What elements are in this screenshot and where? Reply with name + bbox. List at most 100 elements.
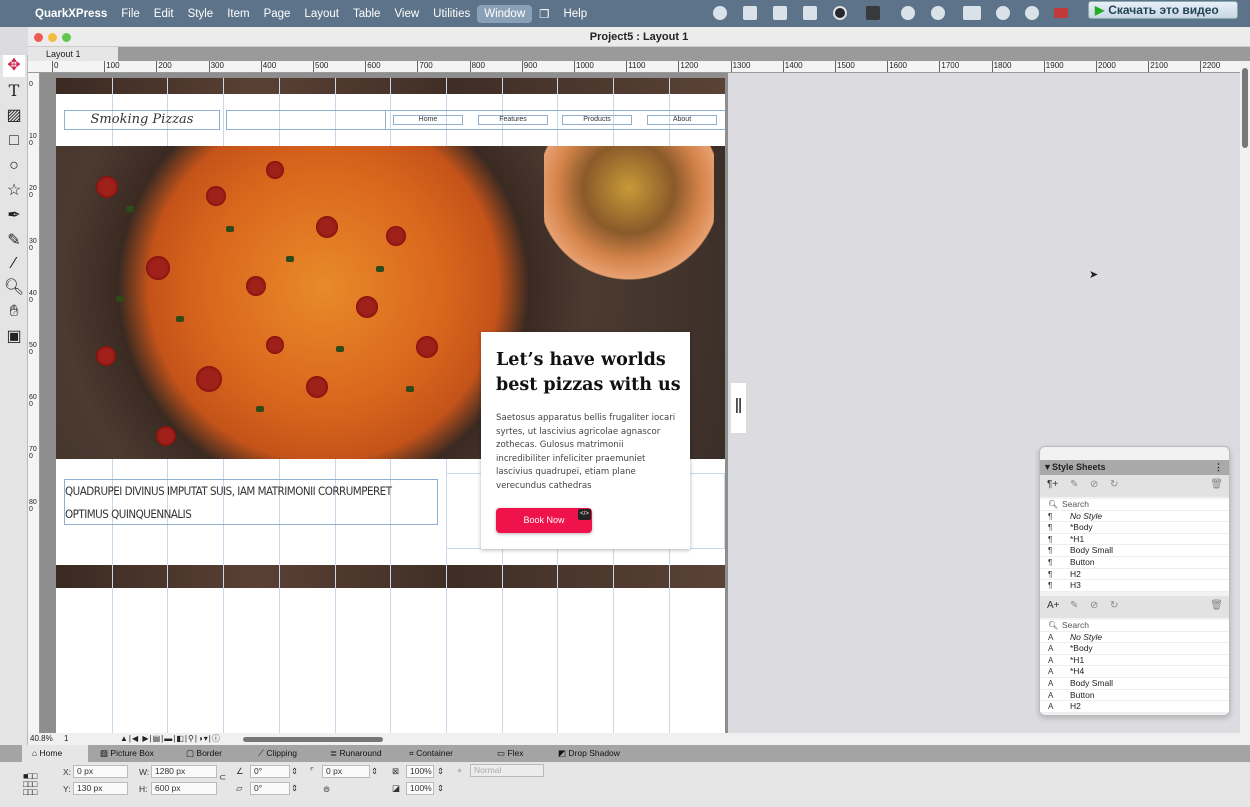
hand-tool-icon[interactable]: ✋︎ bbox=[3, 301, 25, 323]
link-proportions-icon[interactable]: ⊂ bbox=[219, 772, 226, 783]
wifi-icon[interactable] bbox=[996, 6, 1010, 20]
blend-mode-select[interactable]: Normal bbox=[470, 764, 544, 777]
style-item[interactable]: ¶ Body Small bbox=[1040, 545, 1229, 557]
nav-features[interactable]: Features bbox=[478, 115, 548, 125]
flip-icon[interactable]: ⊜ bbox=[323, 784, 330, 795]
style-item[interactable]: ¶ Button bbox=[1040, 557, 1229, 569]
zoom-window-button[interactable] bbox=[62, 33, 71, 42]
menu-table[interactable]: Table bbox=[346, 5, 388, 23]
dial-icon[interactable] bbox=[833, 6, 847, 20]
shadow-opacity-field[interactable]: 100% bbox=[406, 782, 434, 795]
collapse-icon[interactable]: ▼ bbox=[1043, 460, 1052, 475]
card-heading[interactable]: Let’s have worlds best pizzas with us bbox=[496, 348, 681, 398]
edit-icon[interactable]: ✎ bbox=[1070, 600, 1078, 611]
pencil-tool-icon[interactable]: ✎ bbox=[3, 230, 25, 252]
refresh-icon[interactable]: ↻ bbox=[1110, 600, 1118, 611]
nav-products[interactable]: Products bbox=[562, 115, 632, 125]
split-view-handle[interactable]: ‖ bbox=[731, 383, 746, 433]
style-item[interactable]: A H2 bbox=[1040, 701, 1229, 713]
menu-style[interactable]: Style bbox=[181, 5, 221, 23]
menu-page[interactable]: Page bbox=[257, 5, 298, 23]
clock-icon[interactable] bbox=[901, 6, 915, 20]
vertical-scrollbar[interactable] bbox=[1240, 61, 1250, 745]
opacity-stepper[interactable]: ⇕ bbox=[437, 766, 444, 777]
new-character-style-icon[interactable]: A+ bbox=[1047, 600, 1060, 611]
tab-picture-box[interactable]: ▨ Picture Box bbox=[100, 745, 154, 762]
corner-stepper[interactable]: ⇕ bbox=[371, 766, 378, 777]
user-icon[interactable] bbox=[1025, 6, 1039, 20]
opacity-field[interactable]: 100% bbox=[406, 765, 434, 778]
tab-container[interactable]: ⌗ Container bbox=[409, 745, 453, 762]
picture-tool-icon[interactable]: ▨ bbox=[3, 105, 25, 127]
edit-icon[interactable]: ✎ bbox=[1070, 479, 1078, 490]
ellipse-tool-icon[interactable]: ○ bbox=[3, 155, 25, 177]
b-icon[interactable] bbox=[803, 6, 817, 20]
delete-icon[interactable]: 🗑︎ bbox=[1210, 479, 1223, 490]
volume-icon[interactable] bbox=[931, 6, 945, 20]
style-item[interactable]: A No Style bbox=[1040, 632, 1229, 644]
new-paragraph-style-icon[interactable]: ¶+ bbox=[1047, 479, 1058, 490]
refresh-icon[interactable]: ↻ bbox=[1110, 479, 1118, 490]
x-field[interactable]: 0 px bbox=[73, 765, 128, 778]
corner-radius-field[interactable]: 0 px bbox=[322, 765, 370, 778]
apple-icon[interactable] bbox=[8, 11, 22, 17]
menu-edit[interactable]: Edit bbox=[147, 5, 181, 23]
text-tool-icon[interactable]: T bbox=[3, 80, 25, 102]
y-field[interactable]: 130 px bbox=[73, 782, 128, 795]
blend-toggle-icon[interactable]: ● bbox=[457, 765, 462, 775]
tab-flex[interactable]: ▭ Flex bbox=[497, 745, 523, 762]
download-video-button[interactable]: ▶ Скачать это видео bbox=[1088, 1, 1238, 19]
eyedropper-tool-icon[interactable]: ⁄ bbox=[3, 253, 25, 275]
rectangle-tool-icon[interactable]: □ bbox=[3, 130, 25, 152]
skew-stepper[interactable]: ⇕ bbox=[291, 783, 298, 794]
minimize-window-button[interactable] bbox=[48, 33, 57, 42]
record-icon[interactable] bbox=[713, 6, 727, 20]
battery-icon[interactable] bbox=[963, 6, 981, 20]
menu-dots-icon[interactable]: ⋮ bbox=[1214, 460, 1223, 475]
dropbox-icon[interactable] bbox=[773, 6, 787, 20]
move-tool-icon[interactable]: ✥ bbox=[3, 55, 25, 77]
tab-runaround[interactable]: ≣ Runaround bbox=[330, 745, 382, 762]
angle-stepper[interactable]: ⇕ bbox=[291, 766, 298, 777]
table-tool-icon[interactable]: ▣ bbox=[3, 326, 25, 348]
vertical-ruler[interactable]: 0 100 200 300 400 500 600 700 800 bbox=[28, 73, 40, 733]
paragraph-search[interactable]: 🔍︎ Search bbox=[1040, 499, 1229, 511]
tagline-text[interactable]: QUADRUPEI DIVINUS IMPUTAT SUIS, IAM MATR… bbox=[64, 479, 438, 525]
tab-border[interactable]: ▢ Border bbox=[186, 745, 222, 762]
style-item[interactable]: A *Body bbox=[1040, 643, 1229, 655]
style-item[interactable]: ¶ *H1 bbox=[1040, 534, 1229, 546]
style-item[interactable]: A *H4 bbox=[1040, 666, 1229, 678]
pen-tool-icon[interactable]: ✒ bbox=[3, 205, 25, 227]
nav-about[interactable]: About bbox=[647, 115, 717, 125]
character-search[interactable]: 🔍︎ Search bbox=[1040, 620, 1229, 632]
horizontal-scroll-thumb[interactable] bbox=[243, 737, 383, 742]
style-item[interactable]: ¶ H2 bbox=[1040, 569, 1229, 581]
tab-home[interactable]: ⌂ Home bbox=[22, 745, 88, 762]
duplicate-icon[interactable]: ⊘ bbox=[1090, 479, 1098, 490]
menu-window[interactable]: Window bbox=[477, 4, 533, 23]
menu-app[interactable]: QuarkXPress bbox=[28, 5, 114, 23]
page-number[interactable]: 1 bbox=[64, 733, 68, 745]
style-item[interactable]: ¶ *Body bbox=[1040, 522, 1229, 534]
menu-item[interactable]: Item bbox=[220, 5, 256, 23]
close-window-button[interactable] bbox=[34, 33, 43, 42]
menu-utilities[interactable]: Utilities bbox=[426, 5, 477, 23]
flag-icon[interactable] bbox=[1054, 8, 1068, 18]
menu-layout[interactable]: Layout bbox=[297, 5, 346, 23]
angle-field[interactable]: 0° bbox=[250, 765, 290, 778]
style-item[interactable]: A Button bbox=[1040, 690, 1229, 702]
tab-drop-shadow[interactable]: ◩ Drop Shadow bbox=[558, 745, 620, 762]
zoom-level[interactable]: 40.8% bbox=[30, 733, 53, 745]
style-item[interactable]: A Body Small bbox=[1040, 678, 1229, 690]
vertical-scroll-thumb[interactable] bbox=[1242, 68, 1248, 148]
clipboard-icon[interactable] bbox=[743, 6, 757, 20]
delete-icon[interactable]: 🗑︎ bbox=[1210, 600, 1223, 611]
star-tool-icon[interactable]: ☆ bbox=[3, 180, 25, 202]
menu-view[interactable]: View bbox=[387, 5, 426, 23]
tab-layout-1[interactable]: Layout 1 bbox=[28, 47, 118, 61]
page-nav-controls[interactable]: ▲|◀ ▶|▤|▬|◧|⚲|◑▾|ⓘ bbox=[120, 733, 221, 745]
style-item[interactable]: A *H1 bbox=[1040, 655, 1229, 667]
nav-home[interactable]: Home bbox=[393, 115, 463, 125]
style-item[interactable]: ¶ H3 bbox=[1040, 580, 1229, 592]
duplicate-icon[interactable]: ⊘ bbox=[1090, 600, 1098, 611]
